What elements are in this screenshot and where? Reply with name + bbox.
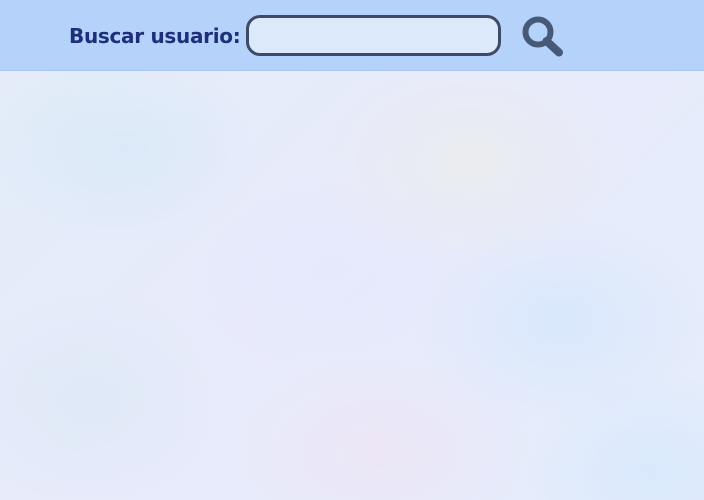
search-label: Buscar usuario: xyxy=(69,24,241,48)
search-button[interactable] xyxy=(517,13,567,59)
search-input[interactable] xyxy=(246,15,501,56)
main-content-area xyxy=(0,71,704,500)
search-icon xyxy=(522,16,563,57)
search-header: Buscar usuario: xyxy=(0,0,704,71)
